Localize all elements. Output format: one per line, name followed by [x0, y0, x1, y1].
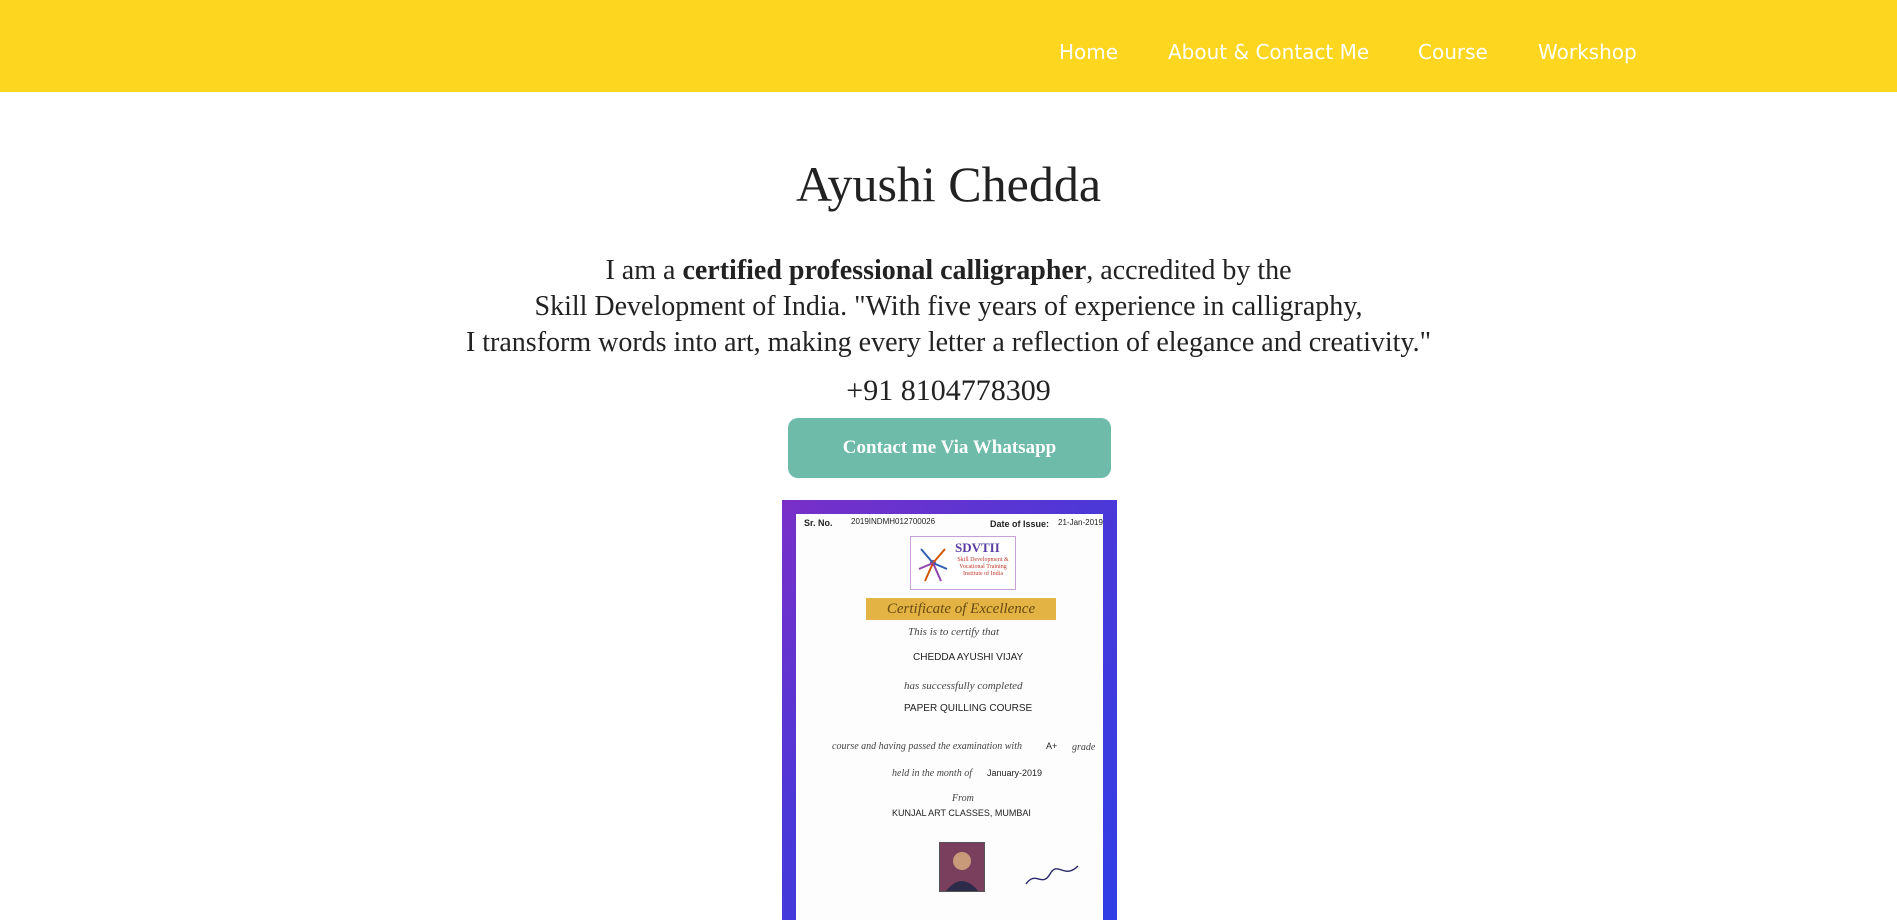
cert-from-text: From — [952, 793, 974, 804]
cert-month-value: January-2019 — [987, 768, 1043, 778]
nav-home-link[interactable]: Home — [1059, 40, 1118, 64]
cert-institute-name: KUNJAL ART CLASSES, MUMBAI — [892, 808, 1031, 818]
whatsapp-contact-button[interactable]: Contact me Via Whatsapp — [788, 418, 1111, 478]
certificate-image: Sr. No. 2019INDMH012700026 Date of Issue… — [782, 500, 1117, 920]
signature-icon — [1025, 865, 1079, 885]
phone-number: +91 8104778309 — [846, 374, 1051, 407]
certificate-paper: Sr. No. 2019INDMH012700026 Date of Issue… — [796, 514, 1103, 920]
cert-sr-label: Sr. No. — [804, 518, 833, 528]
recipient-photo — [939, 842, 985, 892]
logo-subtitle: Skill Development & Vocational Training … — [957, 557, 1009, 577]
logo-title: SDVTII — [955, 540, 1000, 555]
person-photo-icon — [940, 843, 984, 891]
bio-line-3: I transform words into art, making every… — [465, 327, 1432, 358]
nav-course-link[interactable]: Course — [1418, 40, 1488, 64]
sdvtii-logo: SDVTII Skill Development & Vocational Tr… — [910, 536, 1016, 590]
cert-date-value: 21-Jan-2019 — [1058, 518, 1103, 527]
nav-about-contact-link[interactable]: About & Contact Me — [1168, 40, 1369, 64]
cert-certify-text: This is to certify that — [908, 626, 1000, 638]
nav-workshop-link[interactable]: Workshop — [1538, 40, 1637, 64]
cert-grade-label: grade — [1072, 742, 1096, 753]
cert-month-text: held in the month of — [892, 768, 972, 779]
top-navbar: Home About & Contact Me Course Workshop — [0, 0, 1897, 92]
page-title: Ayushi Chedda — [795, 156, 1102, 212]
cert-course-name: PAPER QUILLING COURSE — [904, 703, 1033, 714]
certificate-title-banner: Certificate of Excellence — [866, 598, 1056, 620]
bio-highlight: certified professional calligrapher — [682, 255, 1087, 286]
bio-line-2: Skill Development of India. "With five y… — [534, 291, 1363, 322]
bio-line-1: I am a certified professional calligraph… — [605, 255, 1292, 286]
cert-completed-text: has successfully completed — [904, 680, 1023, 692]
logo-figures-icon — [918, 548, 948, 582]
cert-date-label: Date of Issue: — [990, 519, 1050, 529]
cert-grade-value: A+ — [1046, 741, 1058, 751]
cert-sr-value: 2019INDMH012700026 — [851, 517, 936, 526]
bio-paragraph: I am a certified professional calligraph… — [0, 253, 1897, 361]
cert-exam-text: course and having passed the examination… — [832, 741, 1022, 752]
cert-recipient-name: CHEDDA AYUSHI VIJAY — [913, 652, 1024, 663]
